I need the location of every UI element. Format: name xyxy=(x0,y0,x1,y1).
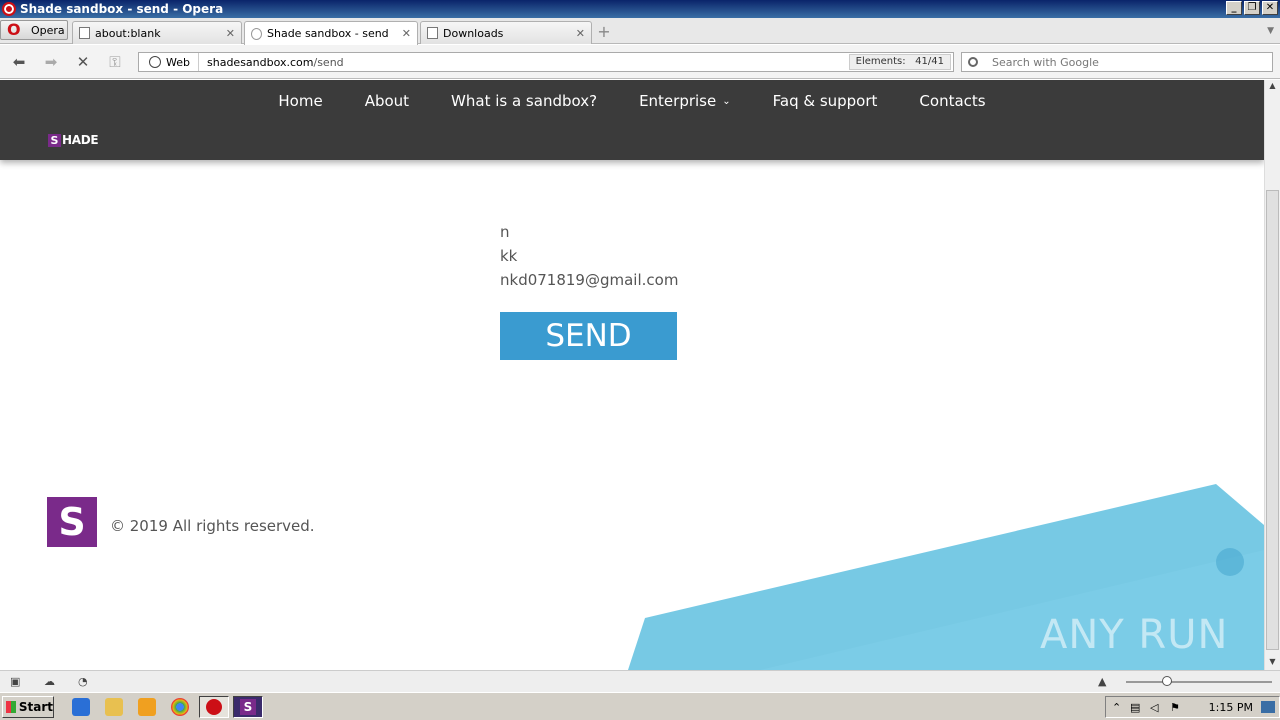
url-domain: shadesandbox.com xyxy=(207,55,314,69)
tab-about-blank[interactable]: about:blank ✕ xyxy=(72,21,242,44)
cloud-icon[interactable]: ☁ xyxy=(44,675,58,688)
footer-wave-graphic xyxy=(628,484,1264,670)
logo-word: HADE xyxy=(62,133,99,147)
new-tab-button[interactable]: + xyxy=(596,24,612,41)
speed-dial-icon[interactable]: ◔ xyxy=(78,675,92,688)
start-button[interactable]: Start xyxy=(2,696,54,718)
tab-label: Shade sandbox - send xyxy=(267,27,389,40)
close-tab-icon[interactable]: ✕ xyxy=(576,27,585,40)
address-field[interactable]: Web shadesandbox.com/send Elements: 41/4… xyxy=(138,52,954,72)
network-icon[interactable]: ▤ xyxy=(1130,701,1140,714)
zoom-slider[interactable] xyxy=(1126,681,1272,683)
shade-icon: S xyxy=(240,699,256,715)
window-title: Shade sandbox - send - Opera xyxy=(20,2,224,16)
opera-logo-icon xyxy=(2,2,16,16)
key-icon[interactable]: ⚿ xyxy=(106,53,124,71)
url-path: /send xyxy=(313,55,344,69)
elements-value: 41/41 xyxy=(915,56,944,67)
loading-spinner-icon xyxy=(251,27,262,40)
search-icon xyxy=(968,57,978,67)
footer-copyright: © 2019 All rights reserved. xyxy=(110,517,315,535)
volume-icon[interactable]: ◁ xyxy=(1150,701,1158,714)
scroll-down-icon[interactable]: ▼ xyxy=(1266,657,1279,669)
flag-icon[interactable]: ⚑ xyxy=(1170,701,1180,714)
stop-button[interactable]: ✕ xyxy=(74,53,92,71)
value-email: nkd071819@gmail.com xyxy=(500,271,679,289)
close-window-button[interactable]: ✕ xyxy=(1262,1,1278,15)
footer-logo: S xyxy=(47,497,97,547)
scroll-thumb[interactable] xyxy=(1266,190,1279,650)
opera-icon xyxy=(206,699,222,715)
nav-faq-support[interactable]: Faq & support xyxy=(773,92,878,110)
nav-contacts[interactable]: Contacts xyxy=(919,92,985,110)
minimize-button[interactable]: _ xyxy=(1226,1,1242,15)
nav-enterprise-label: Enterprise xyxy=(639,92,717,110)
downloads-icon xyxy=(427,27,438,39)
opera-task-button[interactable] xyxy=(199,696,229,718)
ie-icon[interactable] xyxy=(72,698,90,716)
anyrun-watermark: ANY RUN xyxy=(1040,612,1229,658)
browser-statusbar: ▣ ☁ ◔ ▲ xyxy=(0,670,1280,692)
shade-task-button[interactable]: S xyxy=(233,696,263,718)
nav-about[interactable]: About xyxy=(365,92,409,110)
nav-enterprise[interactable]: Enterprise ⌄ xyxy=(639,92,731,110)
opera-menu-icon: O xyxy=(7,20,21,39)
main-nav: Home About What is a sandbox? Enterprise… xyxy=(0,92,1264,110)
site-info-button[interactable]: Web xyxy=(139,53,199,71)
tray-expand-icon[interactable]: ⌃ xyxy=(1112,701,1121,714)
submitted-values: n kk nkd071819@gmail.com xyxy=(500,220,678,292)
url-text: shadesandbox.com/send xyxy=(207,56,344,69)
elements-label: Elements: xyxy=(855,56,906,67)
chrome-icon[interactable] xyxy=(171,698,189,716)
clock[interactable]: 1:15 PM xyxy=(1209,701,1253,714)
site-info-label: Web xyxy=(166,55,190,69)
tab-label: Downloads xyxy=(443,26,504,40)
tab-shade-sandbox[interactable]: Shade sandbox - send ✕ xyxy=(244,21,418,45)
explorer-icon[interactable] xyxy=(105,698,123,716)
forward-button[interactable]: ➡ xyxy=(42,53,60,71)
site-logo[interactable]: S HADE xyxy=(48,133,99,147)
windows-taskbar: Start S ⌃ ▤ ◁ ⚑ 1:15 PM xyxy=(0,692,1280,720)
page-viewport: Home About What is a sandbox? Enterprise… xyxy=(0,80,1264,670)
search-placeholder: Search with Google xyxy=(992,55,1099,69)
site-header: Home About What is a sandbox? Enterprise… xyxy=(0,80,1264,160)
chevron-down-icon: ⌄ xyxy=(722,96,731,107)
window-titlebar: Shade sandbox - send - Opera _ ❐ ✕ xyxy=(0,0,1280,18)
zoom-slider-knob[interactable] xyxy=(1162,676,1172,686)
search-field[interactable]: Search with Google xyxy=(961,52,1273,72)
show-desktop-icon[interactable] xyxy=(1261,701,1275,713)
close-tab-icon[interactable]: ✕ xyxy=(402,27,411,40)
back-button[interactable]: ⬅ xyxy=(10,53,28,71)
globe-icon xyxy=(149,56,161,68)
elements-counter: Elements: 41/41 xyxy=(848,54,951,70)
zoom-up-icon[interactable]: ▲ xyxy=(1098,675,1112,688)
page-icon xyxy=(79,27,90,39)
close-tab-icon[interactable]: ✕ xyxy=(226,27,235,40)
value-company: kk xyxy=(500,247,518,265)
opera-menu-label: Opera xyxy=(31,23,65,37)
value-name: n xyxy=(500,223,510,241)
windows-logo-icon xyxy=(6,701,16,713)
panel-toggle-icon[interactable]: ▣ xyxy=(10,675,24,688)
address-toolbar: ⬅ ➡ ✕ ⚿ Web shadesandbox.com/send Elemen… xyxy=(0,45,1280,79)
system-tray: ⌃ ▤ ◁ ⚑ 1:15 PM xyxy=(1105,696,1280,718)
logo-mark: S xyxy=(48,133,61,147)
tab-bar: O Opera about:blank ✕ Shade sandbox - se… xyxy=(0,18,1280,45)
scroll-up-icon[interactable]: ▲ xyxy=(1266,81,1279,93)
start-label: Start xyxy=(18,700,53,714)
media-player-icon[interactable] xyxy=(138,698,156,716)
tab-list-chevron-icon[interactable]: ▼ xyxy=(1267,26,1274,36)
restore-button[interactable]: ❐ xyxy=(1244,1,1260,15)
tab-label: about:blank xyxy=(95,26,161,40)
window-controls: _ ❐ ✕ xyxy=(1226,1,1278,15)
opera-menu-button[interactable]: O Opera xyxy=(0,20,68,40)
page-scrollbar[interactable]: ▲ ▼ xyxy=(1264,80,1280,670)
nav-home[interactable]: Home xyxy=(278,92,322,110)
send-button[interactable]: SEND xyxy=(500,312,677,360)
tab-downloads[interactable]: Downloads ✕ xyxy=(420,21,592,44)
nav-what-is-sandbox[interactable]: What is a sandbox? xyxy=(451,92,597,110)
